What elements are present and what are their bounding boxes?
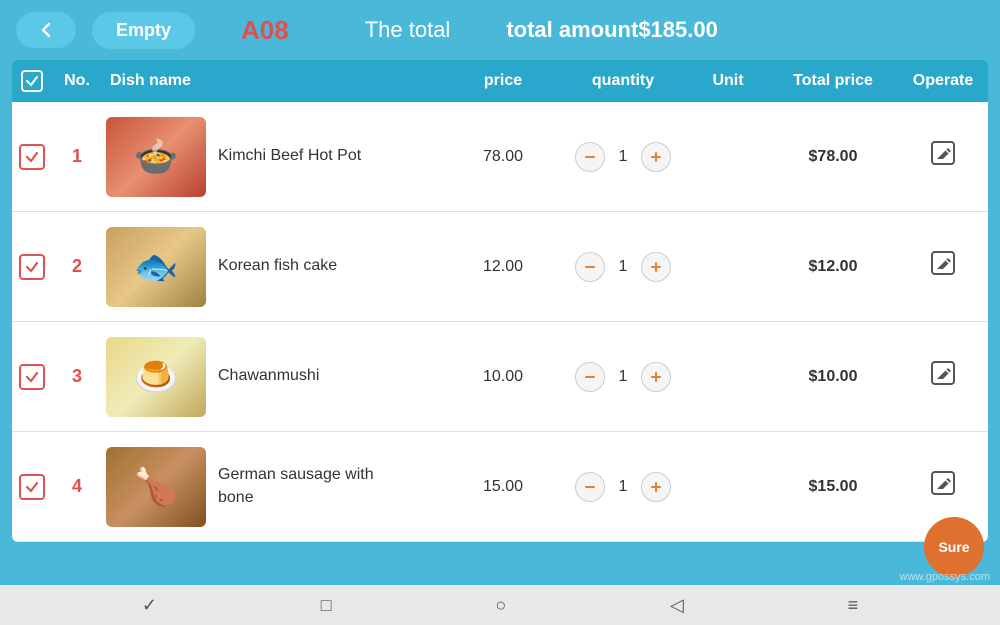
price-cell-3: 10.00 — [448, 368, 558, 386]
dish-info-2: 🐟 Korean fish cake — [102, 227, 448, 307]
qty-increase-4[interactable] — [641, 472, 671, 502]
row-number-2: 2 — [52, 256, 102, 277]
food-emoji-1: 🍲 — [134, 136, 179, 178]
qty-decrease-2[interactable] — [575, 252, 605, 282]
price-cell-4: 15.00 — [448, 478, 558, 496]
header-check[interactable] — [12, 70, 52, 92]
table-header: No. Dish name price quantity Unit Total … — [12, 60, 988, 102]
total-amount: total amount$185.00 — [506, 17, 718, 43]
food-emoji-3: 🍮 — [134, 356, 179, 398]
qty-cell-3: 1 — [558, 362, 688, 392]
qty-cell-2: 1 — [558, 252, 688, 282]
dish-image-1: 🍲 — [106, 117, 206, 197]
total-label: The total — [365, 17, 451, 43]
dish-name-4: German sausage with bone — [218, 464, 378, 509]
row-number-1: 1 — [52, 146, 102, 167]
qty-increase-1[interactable] — [641, 142, 671, 172]
table-row: 4 🍗 German sausage with bone 15.00 1 $15… — [12, 432, 988, 542]
dish-name-2: Korean fish cake — [218, 255, 337, 277]
dish-info-1: 🍲 Kimchi Beef Hot Pot — [102, 117, 448, 197]
row-checkbox-4[interactable] — [12, 474, 52, 500]
qty-value-2: 1 — [611, 258, 635, 276]
empty-button[interactable]: Empty — [92, 12, 195, 49]
qty-increase-2[interactable] — [641, 252, 671, 282]
nav-menu[interactable]: ≡ — [848, 595, 859, 616]
total-price-cell-3: $10.00 — [768, 368, 898, 386]
edit-icon-2[interactable] — [929, 249, 957, 284]
total-price-cell-1: $78.00 — [768, 148, 898, 166]
header-quantity: quantity — [558, 72, 688, 90]
price-cell-1: 78.00 — [448, 148, 558, 166]
nav-back[interactable]: ◁ — [670, 595, 684, 616]
top-bar: Empty A08 The total total amount$185.00 — [0, 0, 1000, 60]
table-body: 1 🍲 Kimchi Beef Hot Pot 78.00 1 $78.00 — [12, 102, 988, 542]
table-row: 1 🍲 Kimchi Beef Hot Pot 78.00 1 $78.00 — [12, 102, 988, 212]
edit-icon-1[interactable] — [929, 139, 957, 174]
dish-image-3: 🍮 — [106, 337, 206, 417]
nav-circle[interactable]: ○ — [495, 595, 506, 616]
sure-button[interactable]: Sure — [924, 517, 984, 577]
qty-value-3: 1 — [611, 368, 635, 386]
header-price: price — [448, 72, 558, 90]
qty-decrease-1[interactable] — [575, 142, 605, 172]
nav-square[interactable]: □ — [321, 595, 332, 616]
header-total-price: Total price — [768, 72, 898, 90]
watermark: www.gpossys.com — [900, 571, 990, 583]
row-checkbox-1[interactable] — [12, 144, 52, 170]
bottom-nav: ✓ □ ○ ◁ ≡ — [0, 585, 1000, 625]
operate-cell-4[interactable] — [898, 469, 988, 504]
header-unit: Unit — [688, 72, 768, 90]
operate-cell-2[interactable] — [898, 249, 988, 284]
order-table: No. Dish name price quantity Unit Total … — [12, 60, 988, 542]
food-emoji-4: 🍗 — [134, 466, 179, 508]
dish-info-3: 🍮 Chawanmushi — [102, 337, 448, 417]
row-number-3: 3 — [52, 366, 102, 387]
operate-cell-1[interactable] — [898, 139, 988, 174]
dish-image-4: 🍗 — [106, 447, 206, 527]
header-no: No. — [52, 72, 102, 90]
row-checkbox-3[interactable] — [12, 364, 52, 390]
qty-cell-1: 1 — [558, 142, 688, 172]
total-price-cell-2: $12.00 — [768, 258, 898, 276]
price-cell-2: 12.00 — [448, 258, 558, 276]
back-button[interactable] — [16, 12, 76, 48]
dish-name-1: Kimchi Beef Hot Pot — [218, 145, 361, 167]
dish-image-2: 🐟 — [106, 227, 206, 307]
food-emoji-2: 🐟 — [134, 246, 179, 288]
qty-decrease-4[interactable] — [575, 472, 605, 502]
qty-value-1: 1 — [611, 148, 635, 166]
qty-cell-4: 1 — [558, 472, 688, 502]
nav-check[interactable]: ✓ — [142, 595, 157, 616]
table-row: 2 🐟 Korean fish cake 12.00 1 $12.00 — [12, 212, 988, 322]
qty-decrease-3[interactable] — [575, 362, 605, 392]
dish-info-4: 🍗 German sausage with bone — [102, 447, 448, 527]
row-number-4: 4 — [52, 476, 102, 497]
operate-cell-3[interactable] — [898, 359, 988, 394]
header-operate: Operate — [898, 72, 988, 90]
edit-icon-3[interactable] — [929, 359, 957, 394]
total-price-cell-4: $15.00 — [768, 478, 898, 496]
dish-name-3: Chawanmushi — [218, 365, 319, 387]
qty-increase-3[interactable] — [641, 362, 671, 392]
table-id: A08 — [241, 15, 289, 46]
qty-value-4: 1 — [611, 478, 635, 496]
header-dish: Dish name — [102, 72, 448, 90]
table-row: 3 🍮 Chawanmushi 10.00 1 $10.00 — [12, 322, 988, 432]
row-checkbox-2[interactable] — [12, 254, 52, 280]
edit-icon-4[interactable] — [929, 469, 957, 504]
